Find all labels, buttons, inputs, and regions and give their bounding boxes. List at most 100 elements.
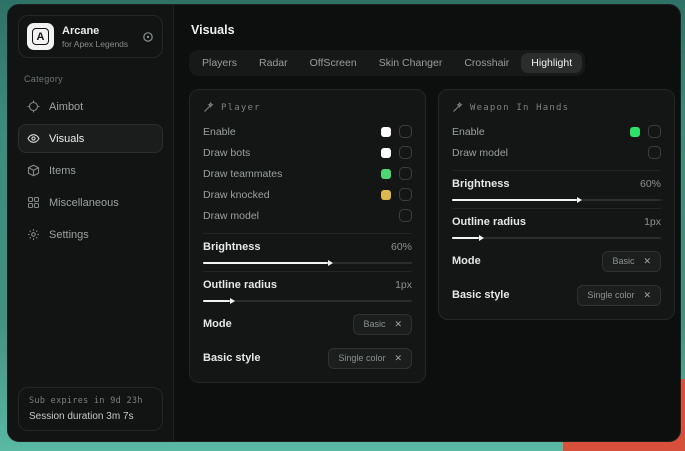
sidebar-item-label: Visuals (49, 133, 84, 145)
tab-offscreen[interactable]: OffScreen (300, 53, 367, 73)
sidebar-item-aimbot[interactable]: Aimbot (18, 92, 163, 121)
desktop-background: A Arcane for Apex Legends Category (0, 0, 685, 451)
slider-fill[interactable] (452, 199, 577, 201)
select-chip[interactable]: Basic ✕ (353, 314, 412, 335)
session-duration-text: Session duration 3m 7s (29, 411, 152, 422)
select-row-basic-style: Basic style Single color ✕ (203, 346, 412, 370)
panel-weapon-header: Weapon In Hands (452, 102, 661, 113)
chip-value: Basic (612, 256, 634, 266)
color-swatch[interactable] (630, 127, 640, 137)
sidebar-item-label: Settings (49, 229, 89, 241)
toggle-label: Draw bots (203, 147, 381, 159)
color-swatch[interactable] (381, 169, 391, 179)
divider (452, 170, 661, 171)
app-title: Arcane (62, 25, 134, 37)
toggle-label: Enable (452, 126, 630, 138)
select-row-mode: Mode Basic ✕ (203, 312, 412, 336)
wand-icon (452, 102, 463, 113)
sub-expires-text: Sub expires in 9d 23h (29, 396, 152, 406)
wand-icon (203, 102, 214, 113)
sidebar-item-settings[interactable]: Settings (18, 220, 163, 249)
target-icon[interactable] (142, 31, 154, 43)
checkbox[interactable] (399, 167, 412, 180)
slider-track[interactable] (203, 300, 412, 302)
slider-brightness: Brightness 60% (203, 241, 412, 264)
panel-player-header: Player (203, 102, 412, 113)
sidebar-item-label: Aimbot (49, 101, 83, 113)
select-row-mode: Mode Basic ✕ (452, 249, 661, 273)
slider-value: 60% (391, 241, 412, 253)
slider-track[interactable] (452, 237, 661, 239)
toggle-label: Enable (203, 126, 381, 138)
color-swatch[interactable] (381, 148, 391, 158)
tab-highlight[interactable]: Highlight (521, 53, 582, 73)
panels-container: Player Enable Draw bots Draw teammates (189, 89, 675, 383)
checkbox[interactable] (399, 209, 412, 222)
checkbox[interactable] (648, 146, 661, 159)
color-swatch[interactable] (381, 190, 391, 200)
eye-icon (27, 132, 40, 145)
select-label: Basic style (452, 289, 577, 301)
slider-brightness: Brightness 60% (452, 178, 661, 201)
toggle-label: Draw model (452, 147, 648, 159)
slider-value: 1px (644, 216, 661, 228)
close-icon[interactable]: ✕ (643, 290, 651, 301)
select-chip[interactable]: Single color ✕ (328, 348, 412, 369)
checkbox[interactable] (399, 188, 412, 201)
sidebar-item-items[interactable]: Items (18, 156, 163, 185)
toggle-row-enable: Enable (203, 121, 412, 142)
slider-fill[interactable] (452, 237, 479, 239)
checkbox[interactable] (648, 125, 661, 138)
slider-outline-radius: Outline radius 1px (452, 216, 661, 239)
toggle-label: Draw model (203, 210, 399, 222)
toggle-label: Draw knocked (203, 189, 381, 201)
select-label: Basic style (203, 352, 328, 364)
color-swatch[interactable] (381, 127, 391, 137)
page-title: Visuals (191, 23, 675, 37)
sidebar: A Arcane for Apex Legends Category (8, 5, 174, 441)
slider-outline-radius: Outline radius 1px (203, 279, 412, 302)
slider-label: Brightness (452, 178, 640, 190)
tab-skin-changer[interactable]: Skin Changer (369, 53, 453, 73)
panel-title: Player (221, 103, 261, 113)
slider-track[interactable] (203, 262, 412, 264)
select-label: Mode (203, 318, 353, 330)
toggle-row-enable: Enable (452, 121, 661, 142)
select-row-basic-style: Basic style Single color ✕ (452, 283, 661, 307)
subscription-info: Sub expires in 9d 23h Session duration 3… (18, 387, 163, 431)
sidebar-item-visuals[interactable]: Visuals (18, 124, 163, 153)
toggle-row-draw-model: Draw model (203, 205, 412, 226)
tab-radar[interactable]: Radar (249, 53, 298, 73)
panel-player: Player Enable Draw bots Draw teammates (189, 89, 426, 383)
chip-value: Basic (363, 319, 385, 329)
toggle-row-draw-teammates: Draw teammates (203, 163, 412, 184)
checkbox[interactable] (399, 125, 412, 138)
sidebar-item-label: Miscellaneous (49, 197, 119, 209)
slider-fill[interactable] (203, 300, 230, 302)
app-subtitle: for Apex Legends (62, 39, 134, 49)
tab-crosshair[interactable]: Crosshair (454, 53, 519, 73)
toggle-row-draw-model: Draw model (452, 142, 661, 163)
close-icon[interactable]: ✕ (394, 319, 402, 330)
sidebar-item-miscellaneous[interactable]: Miscellaneous (18, 188, 163, 217)
slider-label: Outline radius (203, 279, 395, 291)
close-icon[interactable]: ✕ (394, 353, 402, 364)
toggle-row-draw-knocked: Draw knocked (203, 184, 412, 205)
slider-label: Outline radius (452, 216, 644, 228)
tab-players[interactable]: Players (192, 53, 247, 73)
toggle-row-draw-bots: Draw bots (203, 142, 412, 163)
slider-fill[interactable] (203, 262, 328, 264)
select-chip[interactable]: Basic ✕ (602, 251, 661, 272)
brand-text: Arcane for Apex Legends (62, 25, 134, 49)
close-icon[interactable]: ✕ (643, 256, 651, 267)
chip-value: Single color (338, 353, 385, 363)
checkbox[interactable] (399, 146, 412, 159)
select-chip[interactable]: Single color ✕ (577, 285, 661, 306)
divider (203, 233, 412, 234)
main-content: Visuals Players Radar OffScreen Skin Cha… (174, 5, 681, 441)
slider-track[interactable] (452, 199, 661, 201)
chip-value: Single color (587, 290, 634, 300)
divider (203, 271, 412, 272)
panel-weapon-in-hands: Weapon In Hands Enable Draw model (438, 89, 675, 320)
slider-value: 1px (395, 279, 412, 291)
